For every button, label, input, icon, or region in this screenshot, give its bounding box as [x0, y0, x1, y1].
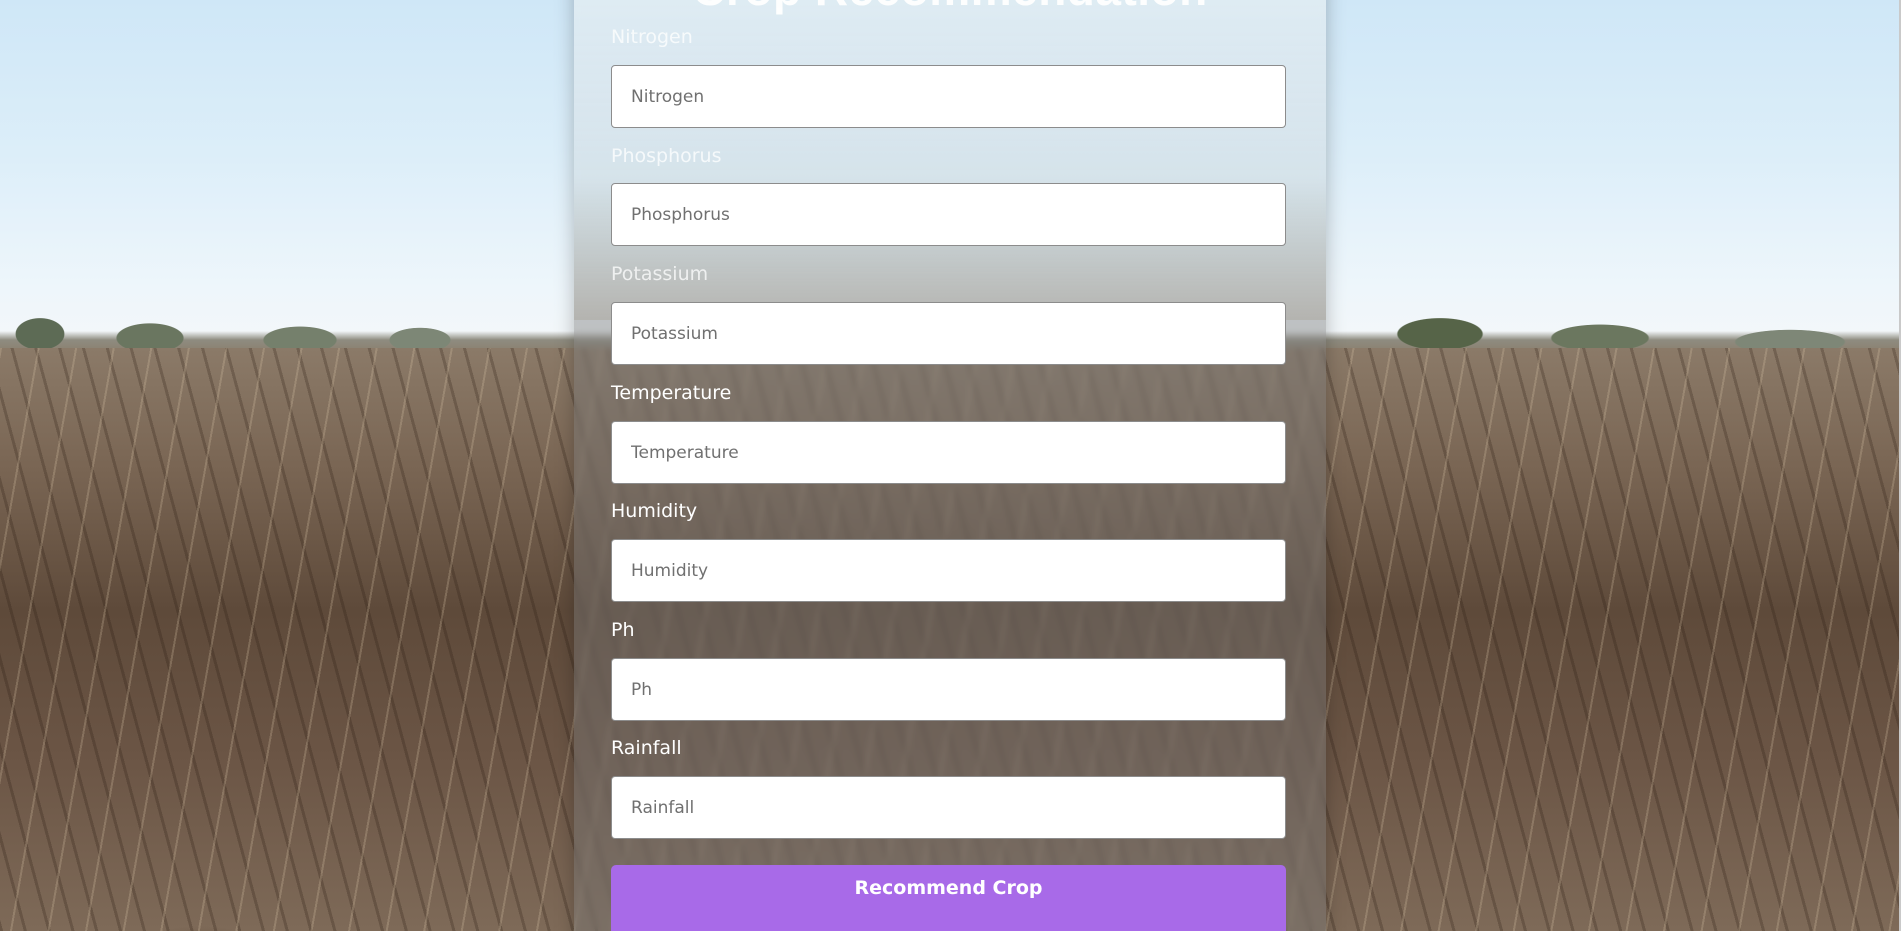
nitrogen-input[interactable] [611, 65, 1286, 128]
ph-label: Ph [611, 619, 635, 641]
rainfall-input[interactable] [611, 776, 1286, 839]
humidity-label: Humidity [611, 500, 698, 522]
temperature-label: Temperature [611, 382, 732, 404]
crop-recommendation-form: Crop Recommendation Nitrogen Phosphorus … [574, 0, 1326, 931]
phosphorus-label: Phosphorus [611, 145, 722, 167]
page: Crop Recommendation Nitrogen Phosphorus … [0, 0, 1901, 931]
phosphorus-input[interactable] [611, 183, 1286, 246]
ph-input[interactable] [611, 658, 1286, 721]
potassium-input[interactable] [611, 302, 1286, 365]
recommend-crop-button[interactable]: Recommend Crop [611, 865, 1286, 931]
humidity-input[interactable] [611, 539, 1286, 602]
form-title: Crop Recommendation [574, 0, 1326, 16]
potassium-label: Potassium [611, 263, 709, 285]
temperature-input[interactable] [611, 421, 1286, 484]
nitrogen-label: Nitrogen [611, 26, 693, 48]
rainfall-label: Rainfall [611, 737, 682, 759]
